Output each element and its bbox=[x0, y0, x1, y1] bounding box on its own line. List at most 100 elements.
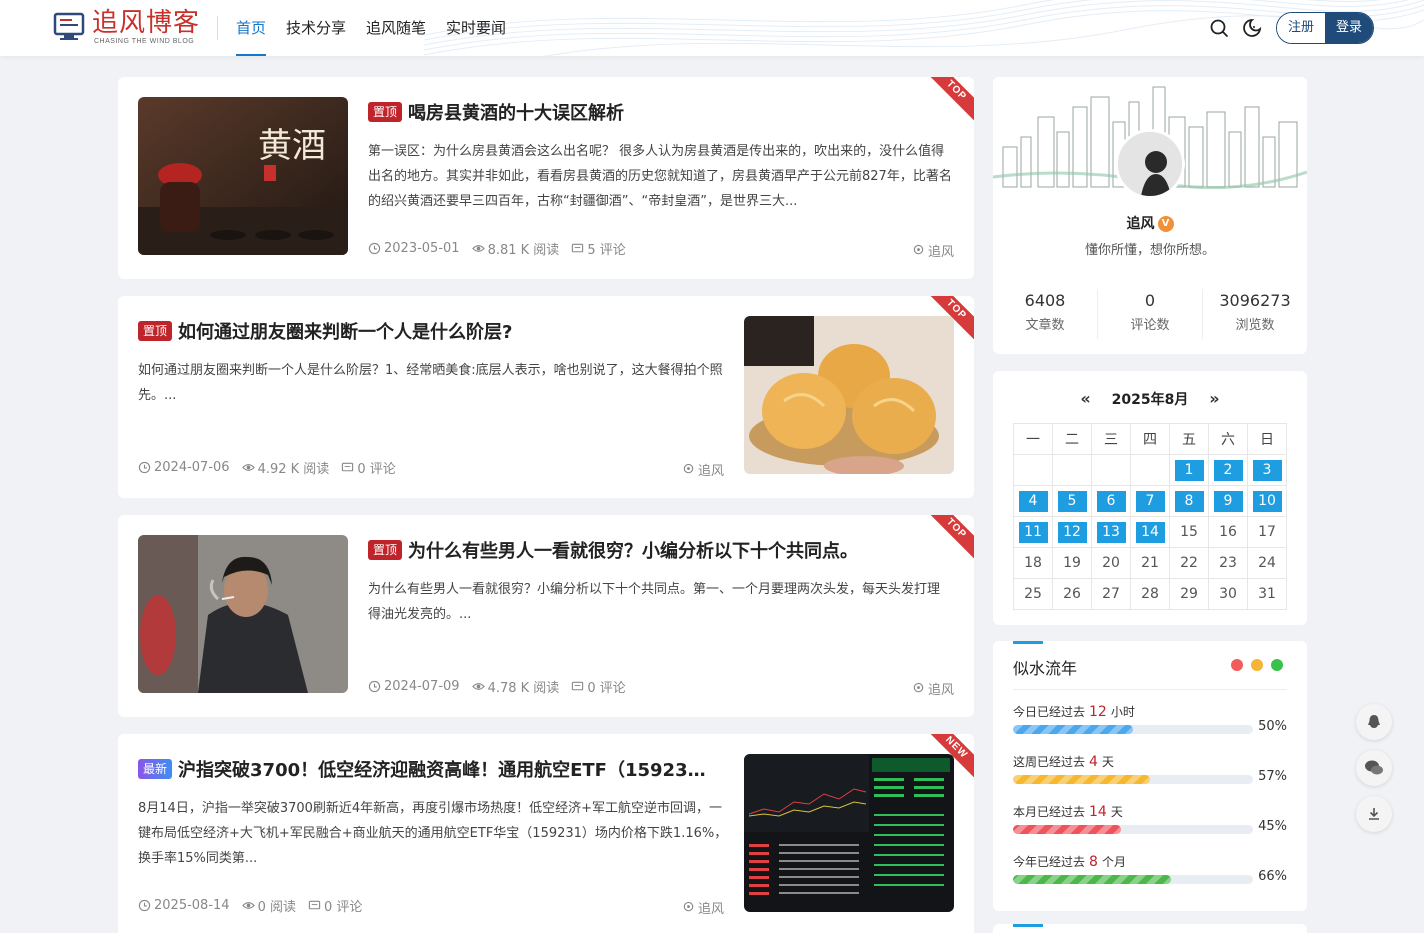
post-comments[interactable]: 5 评论 bbox=[571, 239, 626, 258]
calendar-day-number: 7 bbox=[1135, 490, 1165, 512]
calendar-day-number: 18 bbox=[1024, 555, 1042, 571]
post-title-text[interactable]: 沪指突破3700！低空经济迎融资高峰！通用航空ETF（159231）... bbox=[178, 756, 718, 782]
post-thumbnail[interactable] bbox=[138, 535, 348, 693]
calendar-day[interactable]: 23 bbox=[1208, 547, 1248, 579]
calendar-day[interactable]: 7 bbox=[1130, 485, 1170, 517]
main-nav: 首页 技术分享 追风随笔 实时要闻 bbox=[236, 0, 506, 56]
calendar-day-number: 9 bbox=[1213, 490, 1243, 512]
calendar-day[interactable]: 12 bbox=[1052, 516, 1092, 548]
calendar-day[interactable]: 16 bbox=[1208, 516, 1248, 548]
prev-month-button[interactable]: « bbox=[1080, 389, 1090, 408]
calendar-day[interactable]: 15 bbox=[1169, 516, 1209, 548]
calendar-day[interactable]: 1 bbox=[1169, 454, 1209, 486]
qq-button[interactable] bbox=[1356, 704, 1392, 740]
post-meta: 2023-05-01 8.81 K 阅读 5 评论 bbox=[368, 239, 626, 258]
wechat-button[interactable] bbox=[1356, 750, 1392, 786]
calendar-day[interactable]: 30 bbox=[1208, 578, 1248, 610]
logo-divider bbox=[217, 16, 218, 40]
progress-label: 这周已经过去 4 天 bbox=[1013, 753, 1287, 770]
stat-comments[interactable]: 0 评论数 bbox=[1098, 289, 1203, 339]
calendar-day[interactable]: 5 bbox=[1052, 485, 1092, 517]
stat-label: 评论数 bbox=[1130, 318, 1170, 333]
calendar-day[interactable]: 18 bbox=[1013, 547, 1053, 579]
calendar-day[interactable]: 28 bbox=[1130, 578, 1170, 610]
post-title[interactable]: 置顶 为什么有些男人一看就很穷？小编分析以下十个共同点。 bbox=[368, 537, 948, 563]
post-author[interactable]: 追风 bbox=[912, 241, 954, 260]
post-author[interactable]: 追风 bbox=[682, 898, 724, 917]
post-author[interactable]: 追风 bbox=[682, 460, 724, 479]
calendar-day[interactable]: 20 bbox=[1091, 547, 1131, 579]
profile-name-text[interactable]: 追风 bbox=[1127, 216, 1155, 232]
stat-articles[interactable]: 6408 文章数 bbox=[993, 289, 1098, 339]
post-card[interactable]: NEW 最新 沪指突破3700！低空经济迎融资高峰！通用航空ETF（159231… bbox=[118, 734, 974, 933]
progress-track bbox=[1013, 875, 1253, 884]
stat-views[interactable]: 3096273 浏览数 bbox=[1203, 289, 1307, 339]
progress-unit: 个月 bbox=[1101, 855, 1126, 869]
post-card[interactable]: TOP 黄酒 置顶 喝房县黄酒的十大误区解析 第一误区：为什么房县黄酒会这么出名… bbox=[118, 77, 974, 279]
post-comments[interactable]: 0 评论 bbox=[341, 458, 396, 477]
post-title-text[interactable]: 喝房县黄酒的十大误区解析 bbox=[408, 99, 624, 125]
calendar-day[interactable]: 19 bbox=[1052, 547, 1092, 579]
calendar-day[interactable]: 3 bbox=[1247, 454, 1287, 486]
calendar-day[interactable]: 29 bbox=[1169, 578, 1209, 610]
post-thumbnail[interactable]: 黄酒 bbox=[138, 97, 348, 255]
calendar-day[interactable]: 25 bbox=[1013, 578, 1053, 610]
calendar-day-number: 23 bbox=[1219, 555, 1237, 571]
post-title[interactable]: 最新 沪指突破3700！低空经济迎融资高峰！通用航空ETF（159231）... bbox=[138, 756, 718, 782]
calendar-day-number: 8 bbox=[1174, 490, 1204, 512]
progress-prefix: 今日已经过去 bbox=[1013, 705, 1086, 719]
calendar-day[interactable]: 14 bbox=[1130, 516, 1170, 548]
calendar-day[interactable]: 21 bbox=[1130, 547, 1170, 579]
post-card[interactable]: TOP 置顶 为什么有些男人一看就很穷？小编分析以下十个共同点。 为什么有些男人… bbox=[118, 515, 974, 717]
avatar[interactable] bbox=[1115, 129, 1185, 199]
comment-icon bbox=[572, 681, 584, 691]
post-title[interactable]: 置顶 喝房县黄酒的十大误区解析 bbox=[368, 99, 948, 125]
register-button[interactable]: 注册 bbox=[1277, 13, 1325, 43]
calendar-day-number: 6 bbox=[1096, 490, 1126, 512]
login-button[interactable]: 登录 bbox=[1325, 13, 1373, 43]
post-thumbnail[interactable] bbox=[744, 316, 954, 474]
divider bbox=[1013, 689, 1287, 690]
progress-label: 今年已经过去 8 个月 bbox=[1013, 853, 1287, 870]
next-month-button[interactable]: » bbox=[1209, 389, 1219, 408]
calendar-day[interactable]: 4 bbox=[1013, 485, 1053, 517]
nav-news[interactable]: 实时要闻 bbox=[446, 0, 506, 56]
calendar-day[interactable]: 11 bbox=[1013, 516, 1053, 548]
post-title-text[interactable]: 为什么有些男人一看就很穷？小编分析以下十个共同点。 bbox=[408, 537, 858, 563]
profile-name[interactable]: 追风 V bbox=[993, 213, 1307, 233]
calendar-day[interactable]: 9 bbox=[1208, 485, 1248, 517]
widget-accent-bar bbox=[1013, 641, 1043, 644]
search-icon[interactable] bbox=[1209, 18, 1229, 38]
site-logo[interactable]: 追风博客 CHASING THE WIND BLOG bbox=[52, 8, 202, 50]
calendar-day[interactable]: 8 bbox=[1169, 485, 1209, 517]
calendar-day[interactable]: 31 bbox=[1247, 578, 1287, 610]
nav-tech-share[interactable]: 技术分享 bbox=[286, 0, 346, 56]
calendar-day[interactable]: 24 bbox=[1247, 547, 1287, 579]
post-title[interactable]: 置顶 如何通过朋友圈来判断一个人是什么阶层? bbox=[138, 318, 728, 344]
calendar-day[interactable]: 6 bbox=[1091, 485, 1131, 517]
post-comments[interactable]: 0 评论 bbox=[308, 896, 362, 915]
post-author[interactable]: 追风 bbox=[912, 679, 954, 698]
post-thumbnail[interactable] bbox=[744, 754, 954, 912]
post-card[interactable]: TOP 置顶 如何通过朋友圈来判断一个人是什么阶层? 如何通过朋友圈来判断一个人… bbox=[118, 296, 974, 498]
calendar-day[interactable]: 10 bbox=[1247, 485, 1287, 517]
calendar-day[interactable]: 22 bbox=[1169, 547, 1209, 579]
calendar-day[interactable]: 17 bbox=[1247, 516, 1287, 548]
calendar-day[interactable]: 26 bbox=[1052, 578, 1092, 610]
download-button[interactable] bbox=[1356, 796, 1392, 832]
moon-icon[interactable] bbox=[1242, 18, 1262, 38]
calendar-day[interactable]: 2 bbox=[1208, 454, 1248, 486]
calendar-day[interactable]: 13 bbox=[1091, 516, 1131, 548]
progress-label: 今日已经过去 12 小时 bbox=[1013, 703, 1287, 720]
nav-home[interactable]: 首页 bbox=[236, 0, 267, 56]
nav-essays[interactable]: 追风随笔 bbox=[366, 0, 426, 56]
location-icon bbox=[683, 901, 694, 912]
post-title-text[interactable]: 如何通过朋友圈来判断一个人是什么阶层? bbox=[178, 318, 512, 344]
stat-label: 文章数 bbox=[1025, 318, 1065, 333]
post-comments[interactable]: 0 评论 bbox=[571, 677, 626, 696]
weekday: 四 bbox=[1130, 423, 1170, 455]
post-excerpt: 如何通过朋友圈来判断一个人是什么阶层？1、经常晒美食:底层人表示，啥也别说了，这… bbox=[138, 363, 723, 403]
pineapple-bun-image bbox=[744, 316, 954, 474]
calendar-day[interactable]: 27 bbox=[1091, 578, 1131, 610]
calendar-empty-cell bbox=[1091, 454, 1131, 486]
